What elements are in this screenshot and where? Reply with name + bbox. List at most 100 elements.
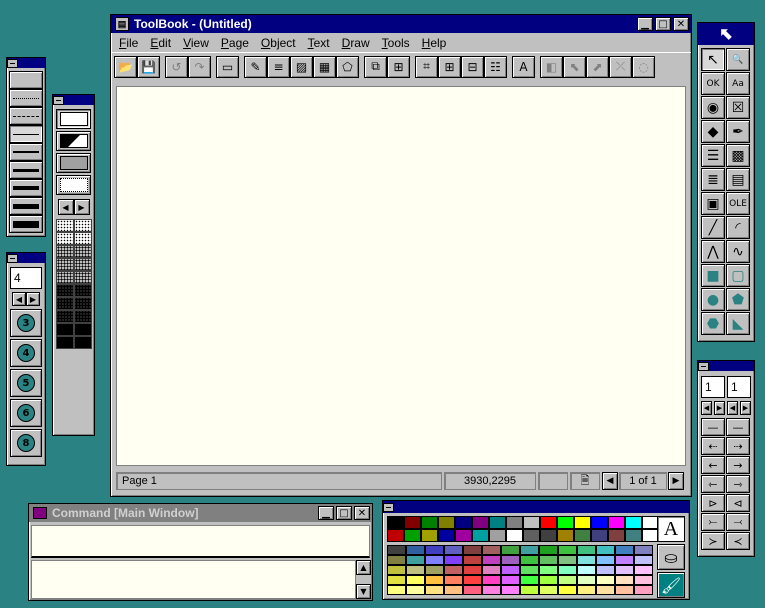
irregular-polygon-tool-icon[interactable]: ⬣ xyxy=(701,312,725,335)
polygon-6-sides-button[interactable]: 6 xyxy=(10,399,42,427)
pattern-swatch[interactable] xyxy=(55,219,74,232)
arrow-style-6-button[interactable]: → xyxy=(726,456,750,474)
color-swatch[interactable] xyxy=(574,529,591,542)
color-swatch[interactable] xyxy=(520,565,539,575)
app-icon[interactable]: ▤ xyxy=(115,17,129,31)
brush-button[interactable]: 🖌 xyxy=(657,572,685,598)
color-swatch[interactable] xyxy=(404,529,421,542)
pattern-swatch[interactable] xyxy=(55,258,74,271)
palette-grid-icon[interactable]: ▦ xyxy=(313,55,336,78)
line-style-5-button[interactable] xyxy=(9,143,43,161)
line-palette-titlebar[interactable] xyxy=(7,58,45,68)
menu-file[interactable]: File xyxy=(113,36,144,50)
color-swatch[interactable] xyxy=(387,565,406,575)
pattern-swatch[interactable] xyxy=(55,284,74,297)
tool-palette-titlebar[interactable]: ⬉ xyxy=(698,23,754,45)
polygon-3-sides-button[interactable]: 3 xyxy=(10,309,42,337)
menu-draw[interactable]: Draw xyxy=(336,36,376,50)
pattern-next-button[interactable]: ▶ xyxy=(73,199,90,215)
arrow-pointer-icon[interactable]: ↖ xyxy=(701,48,725,71)
arrow-palette-titlebar[interactable] xyxy=(698,361,754,371)
command-minimize-button[interactable]: ▁ xyxy=(318,506,334,520)
color-swatch[interactable] xyxy=(615,555,634,565)
pattern-swatch[interactable] xyxy=(73,323,92,336)
pen-tool-icon[interactable]: ✒ xyxy=(726,120,750,143)
color-swatch[interactable] xyxy=(482,555,501,565)
color-swatch[interactable] xyxy=(438,516,455,529)
align-left-icon[interactable]: ◧ xyxy=(540,55,563,78)
pattern-swatch[interactable] xyxy=(55,323,74,336)
left-inc-button[interactable]: ▶ xyxy=(714,401,725,415)
shapes-icon[interactable]: ⬠ xyxy=(336,55,359,78)
polygon-4-sides-button[interactable]: 4 xyxy=(10,339,42,367)
text-color-button[interactable]: A xyxy=(657,516,685,542)
minimize-button[interactable]: ▁ xyxy=(637,17,653,31)
color-swatch[interactable] xyxy=(406,575,425,585)
pattern-swatch[interactable] xyxy=(73,284,92,297)
arrow-style-9-button[interactable]: ⊳ xyxy=(701,494,725,512)
color-swatch[interactable] xyxy=(406,545,425,555)
arrow-style-12-button[interactable]: ⤙ xyxy=(726,513,750,531)
color-palette-titlebar[interactable] xyxy=(383,501,689,513)
scroll-up-button[interactable]: ▲ xyxy=(356,560,371,575)
pattern-swatch[interactable] xyxy=(73,310,92,323)
color-swatch[interactable] xyxy=(540,529,557,542)
text-font-icon[interactable]: A xyxy=(512,55,535,78)
color-swatch[interactable] xyxy=(501,585,520,595)
color-swatch[interactable] xyxy=(387,575,406,585)
arrow-style-11-button[interactable]: ⤚ xyxy=(701,513,725,531)
system-menu-icon[interactable] xyxy=(53,95,64,105)
line-style-6-button[interactable] xyxy=(9,161,43,179)
arrow-style-5-button[interactable]: ← xyxy=(701,456,725,474)
color-swatch[interactable] xyxy=(608,516,625,529)
right-inc-button[interactable]: ▶ xyxy=(740,401,751,415)
color-swatch[interactable] xyxy=(539,545,558,555)
color-swatch[interactable] xyxy=(387,545,406,555)
color-swatch[interactable] xyxy=(577,545,596,555)
menu-edit[interactable]: Edit xyxy=(144,36,177,50)
pattern-swatch[interactable] xyxy=(73,245,92,258)
color-swatch[interactable] xyxy=(406,585,425,595)
command-titlebar[interactable]: Command [Main Window] ▁ □ ✕ xyxy=(29,504,372,522)
color-swatch[interactable] xyxy=(557,516,574,529)
menu-tools[interactable]: Tools xyxy=(376,36,416,50)
color-swatch[interactable] xyxy=(404,516,421,529)
color-swatch[interactable] xyxy=(634,575,653,585)
command-scrollbar[interactable]: ▲ ▼ xyxy=(356,560,371,599)
color-swatch[interactable] xyxy=(615,585,634,595)
arc-tool-icon[interactable]: ◜ xyxy=(726,216,750,239)
pattern-swatch[interactable] xyxy=(73,232,92,245)
color-swatch[interactable] xyxy=(455,516,472,529)
left-spacing-field[interactable]: 1 xyxy=(701,376,725,398)
color-swatch[interactable] xyxy=(625,529,642,542)
system-menu-icon[interactable] xyxy=(698,361,709,371)
color-swatch[interactable] xyxy=(596,575,615,585)
polygon-palette-titlebar[interactable] xyxy=(7,253,45,263)
color-swatch[interactable] xyxy=(425,575,444,585)
menu-text[interactable]: Text xyxy=(302,36,336,50)
reshape-icon[interactable]: ◌ xyxy=(632,55,655,78)
color-swatch[interactable] xyxy=(472,529,489,542)
color-swatch[interactable] xyxy=(577,565,596,575)
color-swatch[interactable] xyxy=(577,575,596,585)
color-swatch[interactable] xyxy=(425,585,444,595)
line-list-icon[interactable]: ≡ xyxy=(267,55,290,78)
color-swatch[interactable] xyxy=(558,565,577,575)
pattern-swatch[interactable] xyxy=(55,297,74,310)
color-swatch[interactable] xyxy=(591,529,608,542)
color-swatch[interactable] xyxy=(482,585,501,595)
line-style-9-button[interactable] xyxy=(9,215,43,233)
color-swatch[interactable] xyxy=(615,575,634,585)
color-swatch[interactable] xyxy=(406,565,425,575)
line-style-3-button[interactable] xyxy=(9,107,43,125)
command-maximize-button[interactable]: □ xyxy=(336,506,352,520)
flip-icon[interactable]: ⤫ xyxy=(609,55,632,78)
command-close-button[interactable]: ✕ xyxy=(354,506,370,520)
color-swatch[interactable] xyxy=(615,545,634,555)
arrow-style-7-button[interactable]: ⇽ xyxy=(701,475,725,493)
fill-gradient-button[interactable] xyxy=(56,131,91,151)
color-swatch[interactable] xyxy=(463,575,482,585)
hotspot-tool-icon[interactable]: ◆ xyxy=(701,120,725,143)
fill-dotted-button[interactable] xyxy=(56,175,91,195)
right-dec-button[interactable]: ◀ xyxy=(727,401,738,415)
